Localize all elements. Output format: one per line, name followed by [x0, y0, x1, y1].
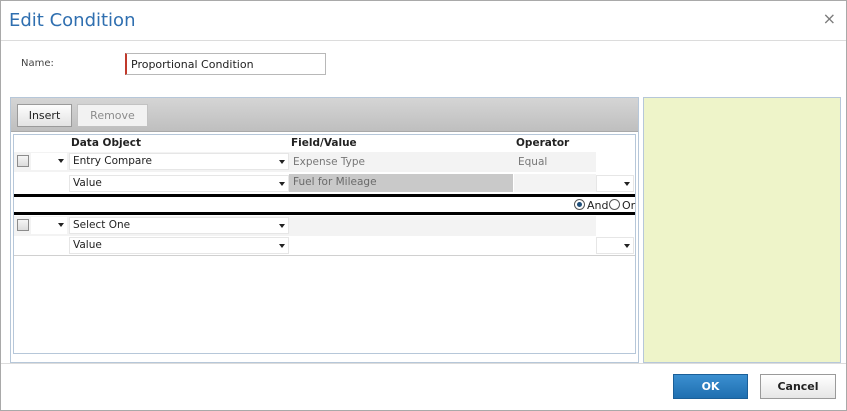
- ok-button[interactable]: OK: [673, 374, 748, 399]
- dialog-titlebar: Edit Condition ×: [1, 1, 846, 41]
- chevron-down-icon: [279, 160, 285, 164]
- close-icon[interactable]: ×: [823, 9, 836, 28]
- condition2-value-source-value: Value: [73, 239, 102, 251]
- or-label: Or: [622, 199, 636, 212]
- condition1-field: Expense Type: [293, 156, 366, 168]
- condition2-value-source-select[interactable]: Value: [69, 237, 289, 254]
- condition-separator-top: [14, 194, 635, 197]
- condition-separator-bottom: [14, 212, 635, 215]
- condition1-value-source-value: Value: [73, 177, 102, 189]
- condition2-checkbox[interactable]: [17, 219, 29, 231]
- condition-grid: Data Object Field/Value Operator Entry C…: [13, 134, 636, 354]
- dialog-footer: OK Cancel: [1, 363, 846, 410]
- header-data-object: Data Object: [71, 137, 141, 149]
- condition1-data-object-select[interactable]: Entry Compare: [69, 153, 289, 170]
- chevron-down-icon: [624, 244, 630, 248]
- chevron-down-icon: [58, 159, 64, 163]
- condition2-data-object-select[interactable]: Select One: [69, 217, 289, 234]
- edit-condition-dialog: Edit Condition × Name: Insert Remove Dat…: [0, 0, 847, 411]
- condition1-operator: Equal: [518, 156, 548, 168]
- remove-button[interactable]: Remove: [77, 104, 148, 127]
- condition1-value-field[interactable]: Fuel for Mileage: [289, 174, 513, 192]
- and-label: And: [587, 199, 609, 212]
- condition-editor-panel: Insert Remove Data Object Field/Value Op…: [10, 97, 639, 363]
- name-input[interactable]: [125, 53, 326, 75]
- condition1-paren-select[interactable]: [31, 153, 67, 170]
- condition1-data-object-value: Entry Compare: [73, 155, 152, 167]
- condition2-data-object-value: Select One: [73, 219, 131, 231]
- and-radio[interactable]: [574, 199, 585, 210]
- header-field-value: Field/Value: [291, 137, 357, 149]
- name-label: Name:: [21, 58, 54, 69]
- cancel-button[interactable]: Cancel: [760, 374, 836, 399]
- condition1-value-source-select[interactable]: Value: [69, 175, 289, 192]
- condition1-checkbox[interactable]: [17, 155, 29, 167]
- grid-toolbar: Insert Remove: [11, 98, 638, 132]
- insert-button[interactable]: Insert: [17, 104, 72, 127]
- header-operator: Operator: [516, 137, 570, 149]
- chevron-down-icon: [279, 224, 285, 228]
- chevron-down-icon: [58, 223, 64, 227]
- condition2-close-paren-select[interactable]: [596, 237, 634, 254]
- grid-bottom-line: [14, 255, 635, 256]
- chevron-down-icon: [624, 182, 630, 186]
- chevron-down-icon: [279, 182, 285, 186]
- condition2-paren-select[interactable]: [31, 217, 67, 234]
- dialog-title: Edit Condition: [9, 10, 136, 31]
- name-row: Name:: [21, 53, 841, 77]
- side-panel: [643, 97, 841, 363]
- or-radio[interactable]: [609, 199, 620, 210]
- condition1-operator-bg: [514, 174, 596, 192]
- condition1-close-paren-select[interactable]: [596, 175, 634, 192]
- chevron-down-icon: [279, 244, 285, 248]
